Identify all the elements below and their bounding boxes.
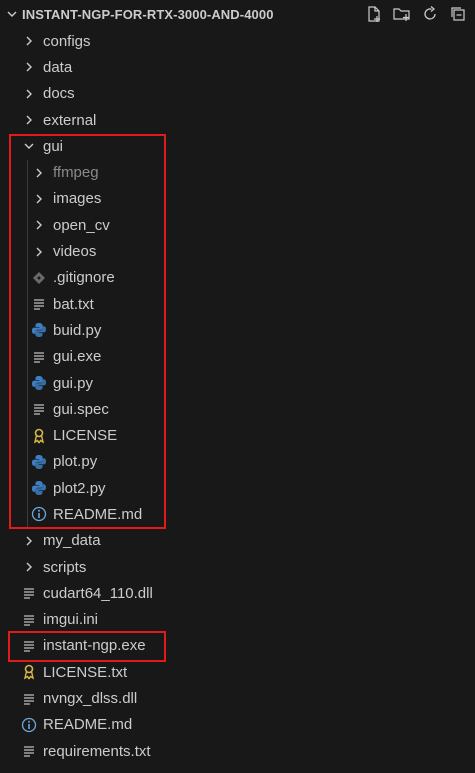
tree-item-label: external <box>43 111 97 129</box>
text-file-icon <box>20 690 38 708</box>
text-file-icon <box>20 742 38 760</box>
new-file-icon[interactable] <box>363 3 385 25</box>
tree-file-row[interactable]: README.md <box>0 712 475 738</box>
tree-item-label: scripts <box>43 558 87 576</box>
text-file-icon <box>20 584 38 602</box>
tree-item-label: nvngx_dlss.dll <box>43 690 138 708</box>
text-file-icon <box>20 611 38 629</box>
new-folder-icon[interactable] <box>391 3 413 25</box>
tree-item-label: docs <box>43 85 75 103</box>
tree-file-row[interactable]: requirements.txt <box>0 738 475 764</box>
tree-file-row[interactable]: nvngx_dlss.dll <box>0 685 475 711</box>
chevron-right-icon[interactable] <box>20 58 38 76</box>
tree-item-label: README.md <box>43 716 133 734</box>
tree-item-label: data <box>43 58 73 76</box>
refresh-icon[interactable] <box>419 3 441 25</box>
tree-item-label: cudart64_110.dll <box>43 584 153 602</box>
chevron-down-icon[interactable] <box>4 6 20 22</box>
chevron-right-icon[interactable] <box>20 85 38 103</box>
chevron-right-icon[interactable] <box>20 532 38 550</box>
explorer-actions <box>363 3 469 25</box>
chevron-right-icon[interactable] <box>20 111 38 129</box>
highlight-box-instant-ngp-exe <box>8 631 166 662</box>
tree-folder-row[interactable]: docs <box>0 81 475 107</box>
tree-item-label: LICENSE.txt <box>43 663 128 681</box>
tree-folder-row[interactable]: my_data <box>0 528 475 554</box>
chevron-right-icon[interactable] <box>20 558 38 576</box>
tree-file-row[interactable]: LICENSE.txt <box>0 659 475 685</box>
tree-folder-row[interactable]: configs <box>0 28 475 54</box>
highlight-box-gui <box>9 134 166 529</box>
explorer-root-title: INSTANT-NGP-FOR-RTX-3000-AND-4000 <box>22 6 274 22</box>
chevron-right-icon[interactable] <box>20 32 38 50</box>
explorer-header[interactable]: INSTANT-NGP-FOR-RTX-3000-AND-4000 <box>0 0 475 28</box>
tree-item-label: configs <box>43 32 91 50</box>
tree-folder-row[interactable]: data <box>0 54 475 80</box>
tree-file-row[interactable]: imgui.ini <box>0 607 475 633</box>
tree-item-label: my_data <box>43 532 101 550</box>
tree-item-label: requirements.txt <box>43 742 151 760</box>
tree-file-row[interactable]: cudart64_110.dll <box>0 580 475 606</box>
collapse-all-icon[interactable] <box>447 3 469 25</box>
info-icon <box>20 716 38 734</box>
tree-folder-row[interactable]: external <box>0 107 475 133</box>
tree-item-label: imgui.ini <box>43 611 99 629</box>
explorer-panel: INSTANT-NGP-FOR-RTX-3000-AND-4000 config… <box>0 0 475 773</box>
license-icon <box>20 663 38 681</box>
tree-folder-row[interactable]: scripts <box>0 554 475 580</box>
